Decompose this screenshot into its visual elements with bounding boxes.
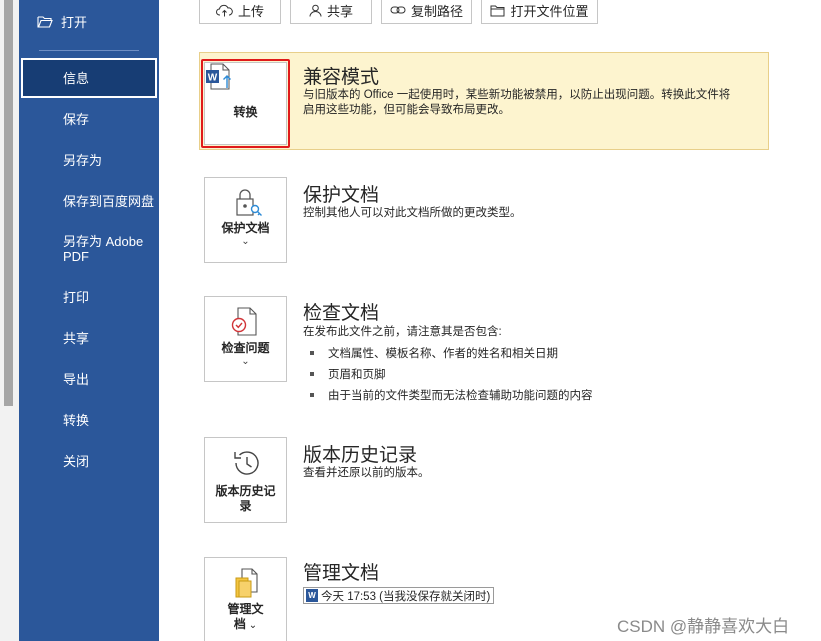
sidebar-item-label: 转换 bbox=[63, 413, 90, 428]
inspect-title: 检查文档 bbox=[303, 303, 380, 324]
copy-path-label: 复制路径 bbox=[410, 3, 463, 19]
sidebar-item-label: 保存 bbox=[63, 112, 90, 127]
list-item-text: 文档属性、模板名称、作者的姓名和相关日期 bbox=[328, 348, 558, 360]
sidebar-item-convert[interactable]: 转换 bbox=[19, 413, 159, 428]
inspect-desc: 在发布此文件之前，请注意其是否包含: bbox=[303, 326, 502, 338]
sidebar-item-label: 保存到百度网盘 bbox=[63, 194, 155, 209]
compat-desc-line-1: 与旧版本的 Office 一起使用时，某些新功能被禁用，以防止出现问题。转换此文… bbox=[303, 89, 731, 101]
word-doc-icon: W bbox=[306, 589, 318, 602]
manage-document-label-2-text: 档 bbox=[233, 617, 246, 631]
sidebar-item-label: 打开 bbox=[61, 14, 88, 30]
backstage-sidebar: 打开 信息 保存 另存为 保存到百度网盘 另存为 Adobe PDF 打印 共享… bbox=[19, 0, 159, 641]
link-icon bbox=[390, 6, 406, 14]
version-history-label-1: 版本历史记 bbox=[215, 484, 276, 498]
sidebar-item-save[interactable]: 保存 bbox=[19, 112, 159, 127]
sidebar-item-save-as-pdf[interactable]: 另存为 Adobe PDF bbox=[19, 234, 154, 264]
sidebar-item-label: 另存为 Adobe PDF bbox=[63, 234, 144, 264]
document-check-icon bbox=[231, 307, 257, 336]
list-item-text: 页眉和页脚 bbox=[328, 369, 386, 381]
convert-label: 转换 bbox=[233, 105, 258, 119]
sidebar-item-save-as[interactable]: 另存为 bbox=[19, 153, 159, 168]
watermark: CSDN @静静喜欢大白 bbox=[617, 617, 790, 636]
protect-document-button[interactable]: 保护文档 ⌄ bbox=[204, 177, 287, 263]
left-margin bbox=[0, 0, 19, 641]
sidebar-item-info[interactable]: 信息 bbox=[21, 58, 157, 98]
sidebar-item-label: 共享 bbox=[63, 331, 90, 346]
lock-key-icon bbox=[236, 189, 262, 216]
convert-button[interactable]: W 转换 bbox=[204, 62, 287, 145]
list-item-text: 由于当前的文件类型而无法检查辅助功能问题的内容 bbox=[328, 390, 593, 402]
upload-button[interactable]: 上传 bbox=[199, 0, 281, 24]
protect-document-label: 保护文档 bbox=[221, 221, 270, 235]
compat-title: 兼容模式 bbox=[303, 67, 380, 88]
version-entry-text: 今天 17:53 (当我没保存就关闭时) bbox=[321, 590, 491, 603]
word-convert-icon: W bbox=[206, 63, 231, 90]
history-title: 版本历史记录 bbox=[303, 445, 418, 466]
protect-title: 保护文档 bbox=[303, 185, 380, 206]
check-issues-label: 检查问题 bbox=[221, 341, 270, 355]
compat-desc-line-2: 启用这些功能，但可能会导致布局更改。 bbox=[303, 104, 510, 116]
history-desc: 查看并还原以前的版本。 bbox=[303, 467, 430, 479]
svg-text:W: W bbox=[208, 73, 218, 84]
version-history-button[interactable]: 版本历史记 录 bbox=[204, 437, 287, 523]
sidebar-item-label: 导出 bbox=[63, 372, 90, 387]
history-clock-icon bbox=[234, 451, 259, 475]
sidebar-item-share[interactable]: 共享 bbox=[19, 331, 159, 346]
version-history-label-2: 录 bbox=[239, 499, 252, 513]
chevron-down-icon: ⌄ bbox=[241, 356, 250, 367]
protect-desc: 控制其他人可以对此文档所做的更改类型。 bbox=[303, 207, 522, 219]
sidebar-item-save-to-baidu[interactable]: 保存到百度网盘 bbox=[19, 194, 159, 209]
manage-document-icon bbox=[235, 568, 258, 598]
upload-label: 上传 bbox=[237, 3, 264, 19]
sidebar-item-print[interactable]: 打印 bbox=[19, 290, 159, 305]
sidebar-item-label: 信息 bbox=[63, 71, 90, 86]
folder-open-icon bbox=[37, 15, 53, 28]
manage-document-label-2: 档 ⌄ bbox=[205, 617, 286, 633]
sidebar-item-label: 打印 bbox=[63, 290, 90, 305]
sidebar-item-export[interactable]: 导出 bbox=[19, 372, 159, 387]
chevron-down-icon: ⌄ bbox=[241, 236, 250, 247]
share-icon bbox=[309, 4, 322, 17]
sidebar-item-label: 关闭 bbox=[63, 454, 90, 469]
cloud-upload-icon bbox=[216, 4, 233, 16]
scrollbar-thumb[interactable] bbox=[4, 0, 13, 406]
manage-document-label-1: 管理文 bbox=[227, 602, 264, 616]
open-file-location-button[interactable]: 打开文件位置 bbox=[481, 0, 598, 24]
copy-path-button[interactable]: 复制路径 bbox=[381, 0, 472, 24]
share-label: 共享 bbox=[326, 3, 353, 19]
manage-document-button[interactable]: 管理文 档 ⌄ bbox=[204, 557, 287, 641]
sidebar-item-open[interactable]: 打开 bbox=[37, 12, 87, 30]
open-file-location-label: 打开文件位置 bbox=[510, 3, 589, 19]
check-issues-button[interactable]: 检查问题 ⌄ bbox=[204, 296, 287, 382]
sidebar-item-label: 另存为 bbox=[63, 153, 103, 168]
folder-icon bbox=[490, 5, 505, 16]
autosaved-version-link[interactable]: W 今天 17:53 (当我没保存就关闭时) bbox=[303, 587, 495, 604]
sidebar-divider bbox=[39, 50, 139, 51]
sidebar-item-close[interactable]: 关闭 bbox=[19, 454, 159, 469]
manage-title: 管理文档 bbox=[303, 563, 380, 584]
chevron-down-icon: ⌄ bbox=[245, 620, 258, 631]
share-button[interactable]: 共享 bbox=[290, 0, 372, 24]
